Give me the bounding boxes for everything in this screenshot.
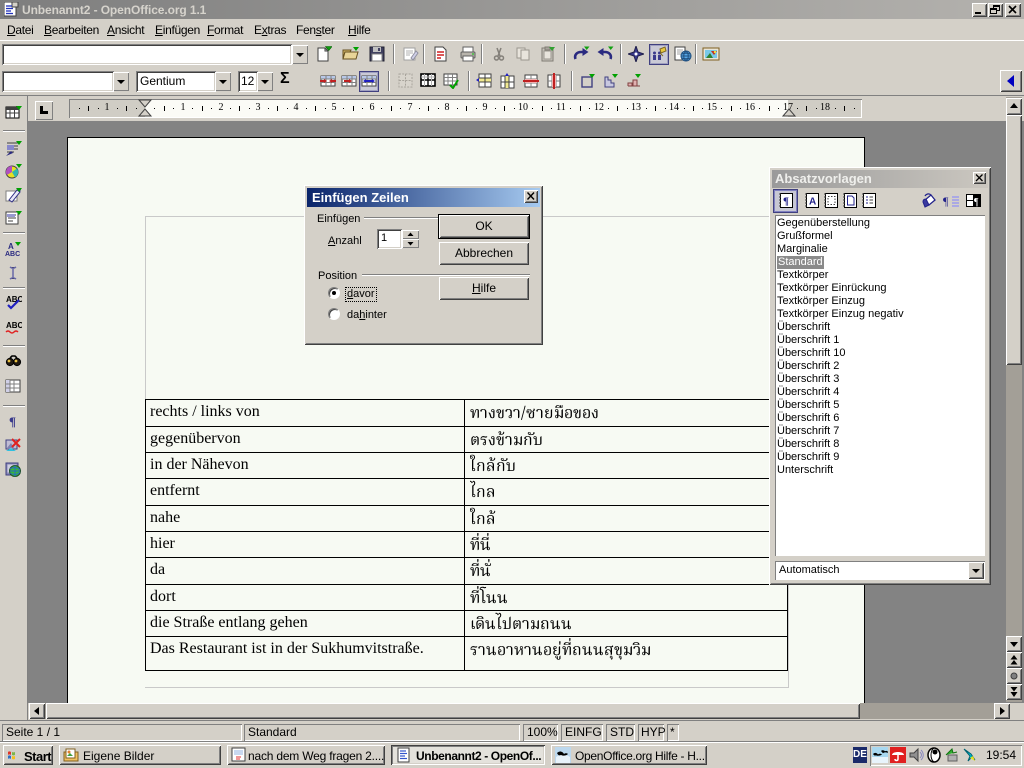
svg-text:ABC: ABC: [6, 295, 22, 304]
svg-text:¶: ¶: [783, 196, 789, 208]
svg-text:ABC: ABC: [5, 251, 20, 257]
svg-text:¶: ¶: [943, 194, 949, 208]
svg-text:¶: ¶: [9, 414, 16, 429]
svg-text:A: A: [8, 242, 14, 251]
svg-text:¶: ¶: [974, 197, 979, 208]
svg-text:ABC: ABC: [6, 321, 22, 330]
svg-text:A: A: [809, 197, 816, 208]
